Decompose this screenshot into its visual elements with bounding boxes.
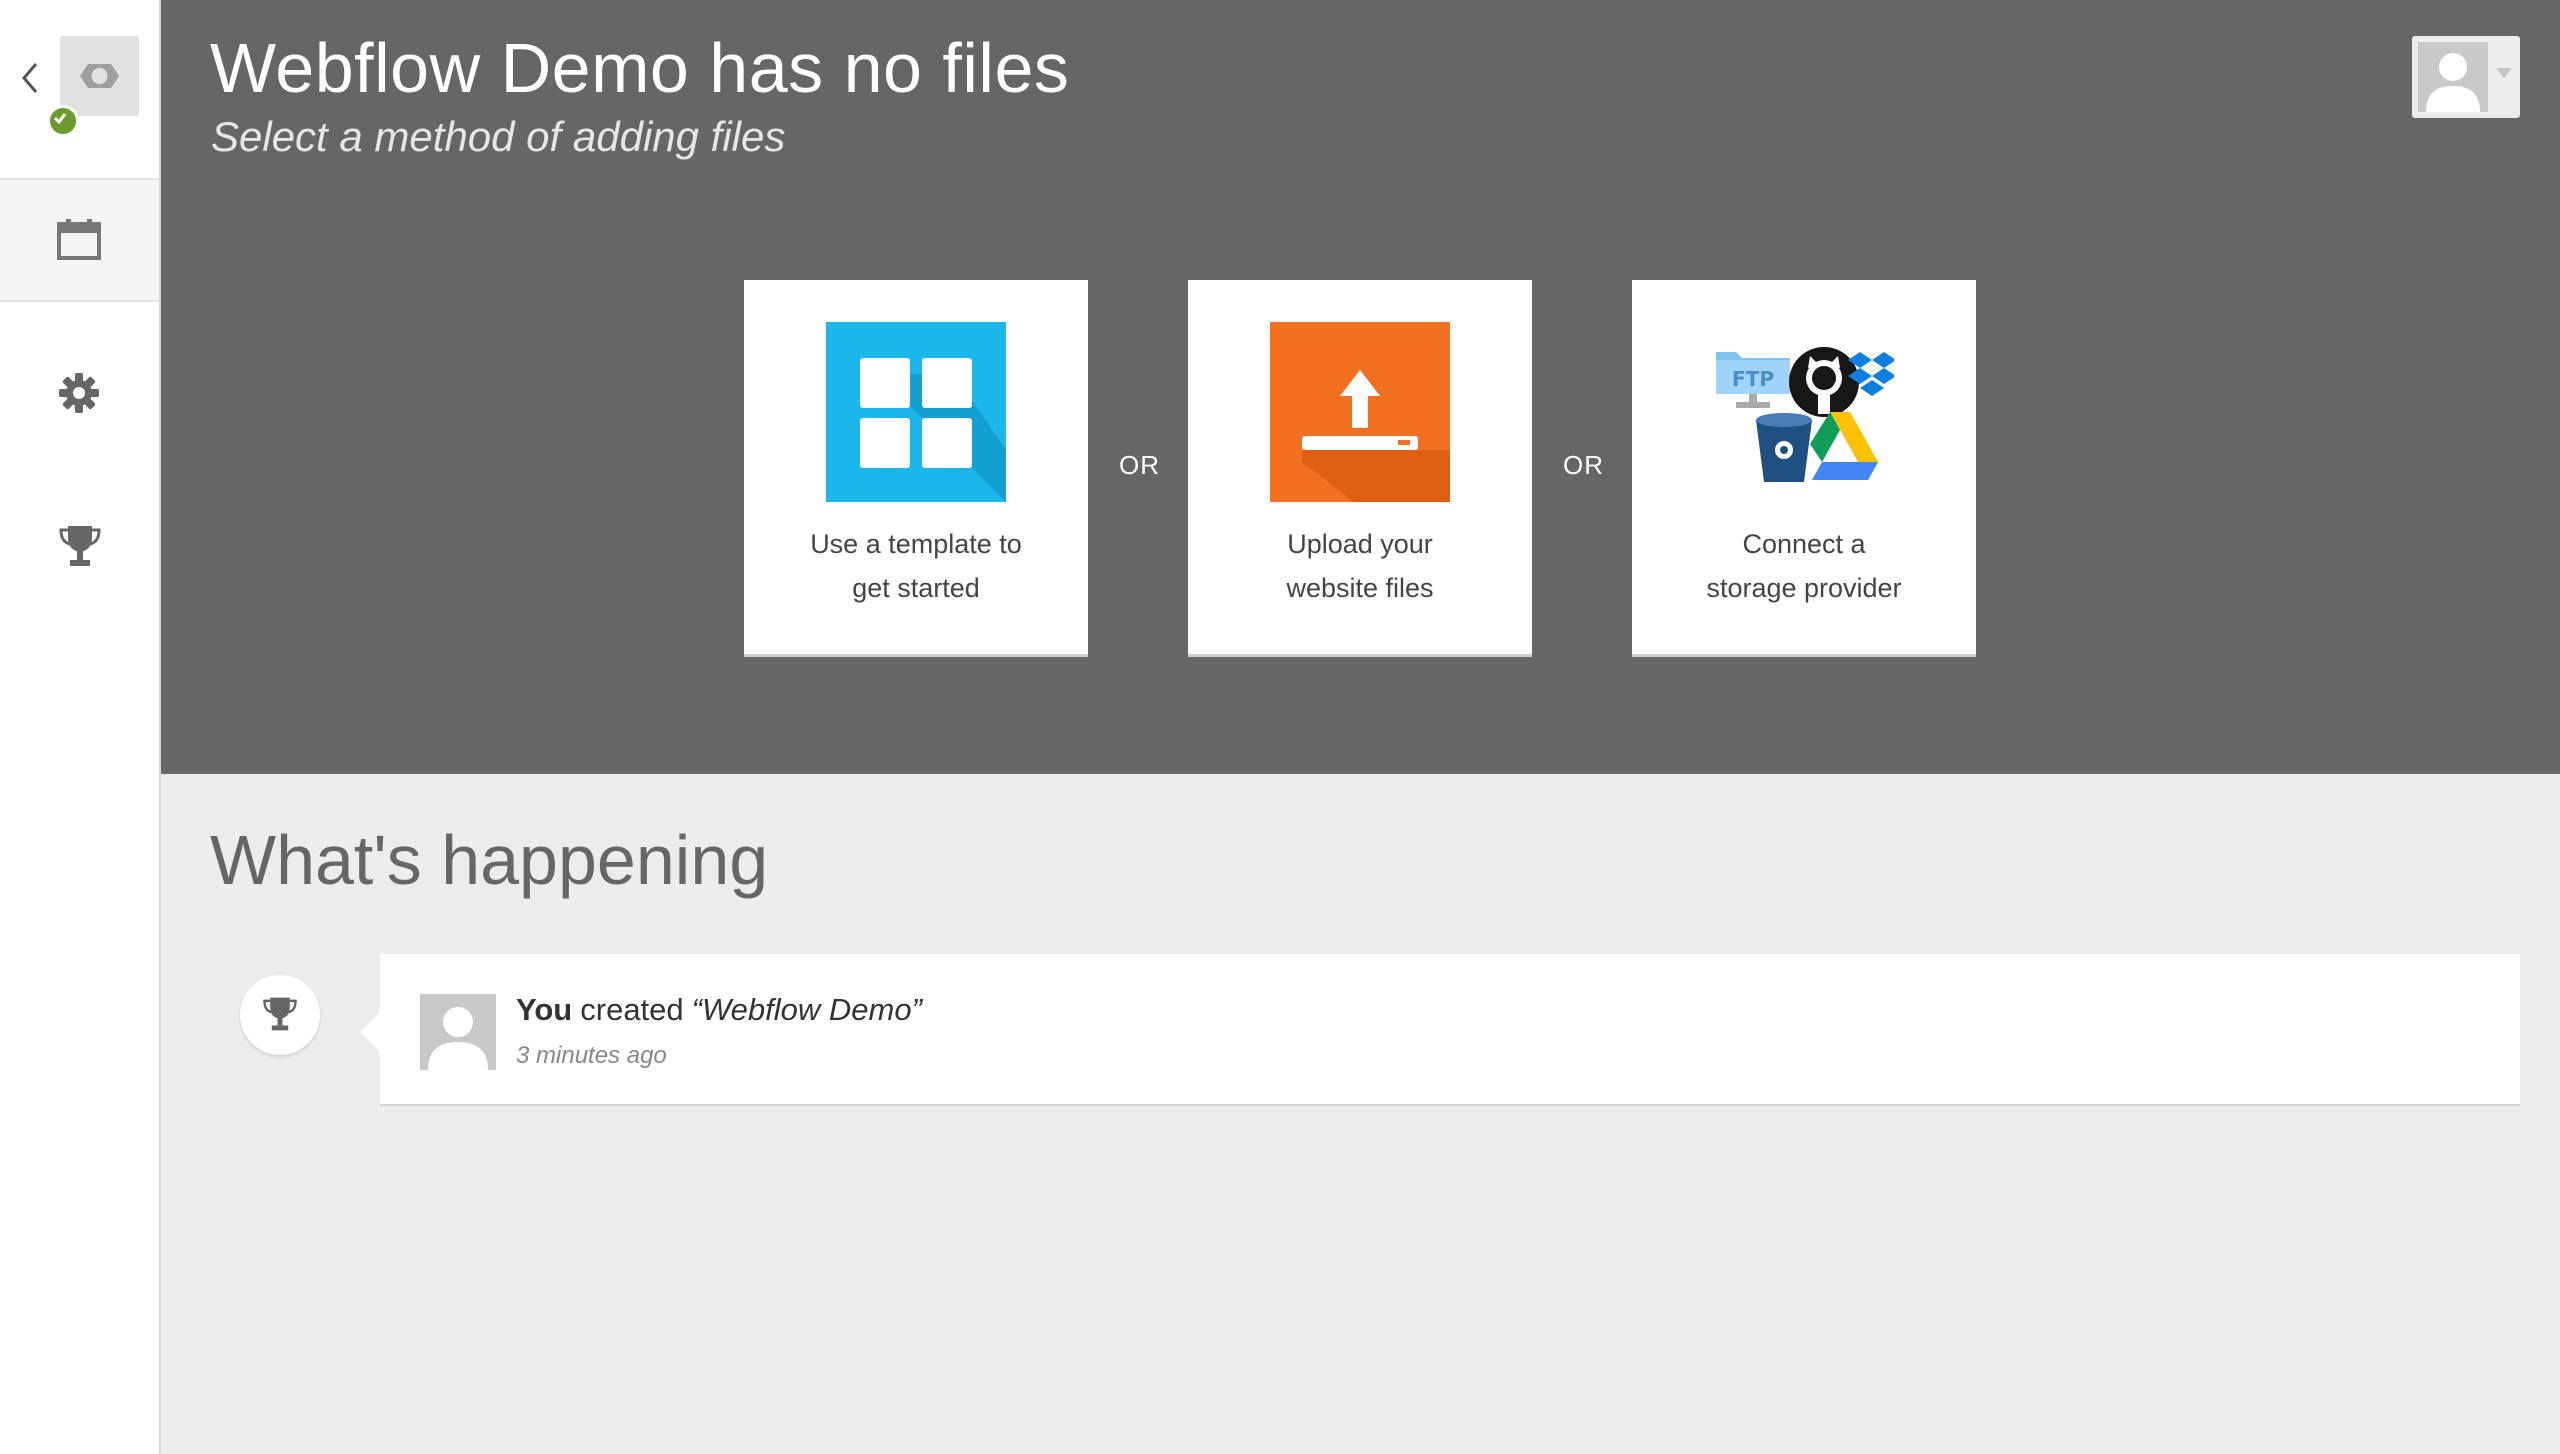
or-separator: OR [1563,450,1604,480]
sidebar-project-header [0,0,159,180]
trophy-icon [263,997,297,1031]
upload-icon [1270,322,1450,502]
activity-section-title: What's happening [210,821,769,899]
activity-timestamp: 3 minutes ago [516,1042,667,1069]
back-chevron-icon[interactable] [18,58,42,98]
activity-item: You created “Webflow Demo” 3 minutes ago [360,954,2520,1104]
bitbucket-icon [1756,413,1812,482]
activity-actor: You [516,992,573,1027]
ftp-folder-icon: FTP [1716,352,1790,408]
gear-icon [59,373,99,413]
activity-type-icon [240,975,320,1055]
status-ok-icon [47,105,79,137]
or-separator: OR [1119,450,1160,480]
template-grid-icon [826,322,1006,502]
storage-providers-icon: FTP [1714,322,1896,502]
storage-provider-card-label: Connect a storage provider [1706,529,1902,603]
chevron-down-icon [2496,68,2512,78]
hero-banner: Webflow Demo has no files Select a metho… [161,0,2560,774]
avatar [2418,42,2488,112]
upload-card[interactable]: Upload your website files [1188,280,1532,654]
template-card[interactable]: Use a template to get started [744,280,1088,654]
upload-card-label: Upload your website files [1286,529,1434,603]
activity-verb: created [580,992,684,1027]
sidebar-item-settings[interactable] [0,350,159,440]
activity-description: You created “Webflow Demo” [516,992,922,1028]
storage-provider-card[interactable]: FTP Connect a storage provider [1632,280,1976,654]
trophy-icon [59,526,101,566]
sidebar-item-calendar[interactable] [0,180,159,302]
page-subtitle: Select a method of adding files [211,113,786,160]
project-logo-icon[interactable] [60,36,139,116]
avatar [420,994,496,1070]
page-title: Webflow Demo has no files [210,29,1070,107]
google-drive-icon [1810,412,1878,480]
github-icon [1789,347,1859,417]
svg-text:FTP: FTP [1732,367,1774,391]
template-card-label: Use a template to get started [810,529,1022,603]
calendar-icon [57,219,101,260]
activity-object-link[interactable]: “Webflow Demo” [692,992,922,1027]
user-menu-button[interactable] [2412,36,2520,118]
sidebar [0,0,161,1454]
sidebar-item-achievements[interactable] [0,500,159,600]
